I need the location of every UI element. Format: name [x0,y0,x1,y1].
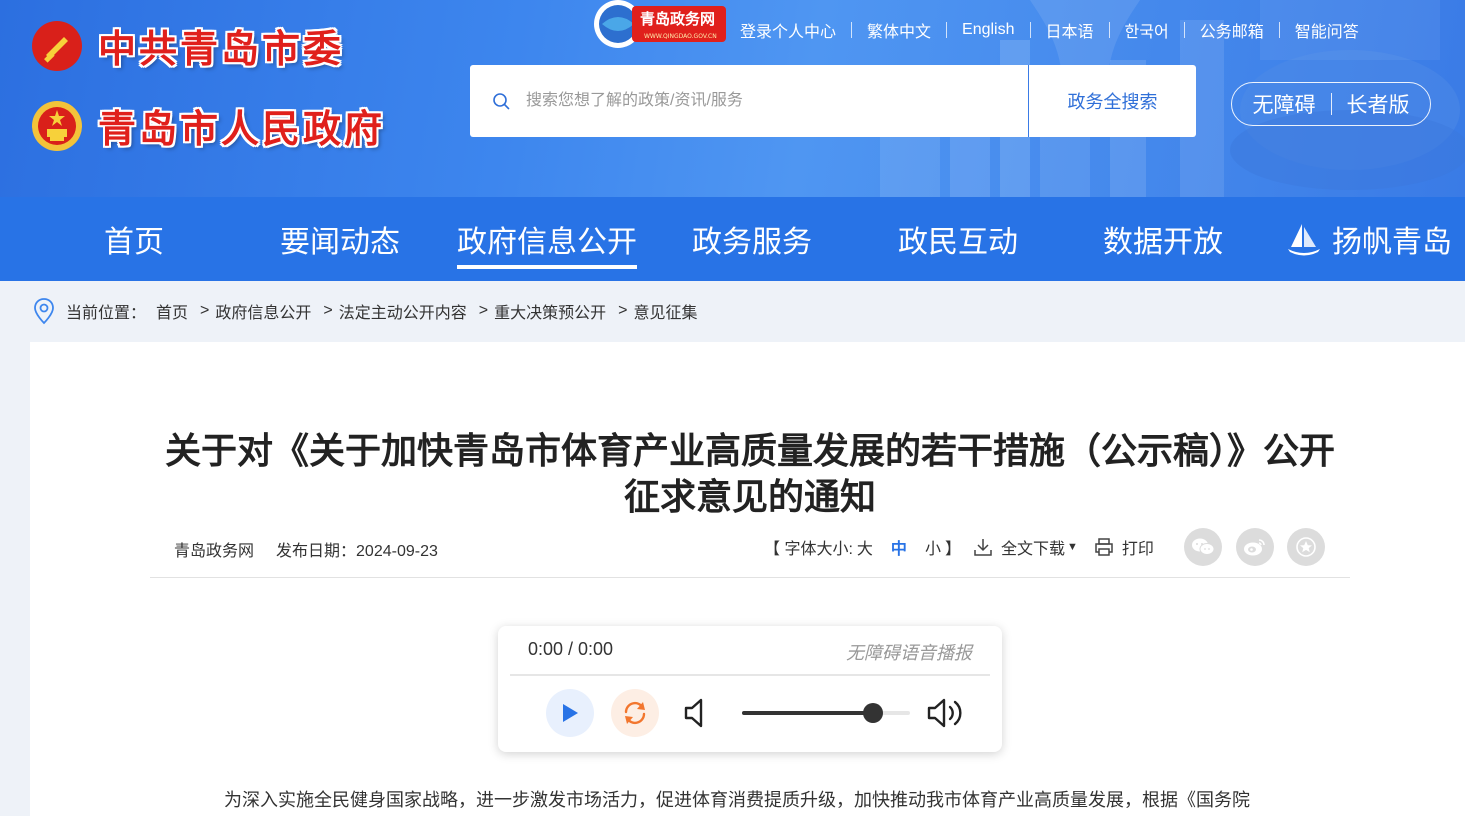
volume-handle[interactable] [863,703,884,723]
nav-item-open-data[interactable]: 数据开放 [1103,197,1223,281]
qingdao-gov-site-badge[interactable]: 青岛政务网 WWW.QINGDAO.GOV.CN [592,0,726,50]
logo-text-committee: 中共青岛市委 [98,27,345,71]
breadcrumb-statutory[interactable]: 法定主动公开内容 [339,299,467,323]
breadcrumb-opinion[interactable]: 意见征集 [633,299,697,323]
article-source: 青岛政务网 [174,543,255,560]
official-email-link[interactable]: 公务邮箱 [1200,18,1264,42]
location-pin-icon [34,298,54,325]
chevron-down-icon[interactable]: ▼ [1067,541,1078,553]
search-box: 政务全搜索 [470,65,1196,137]
national-emblem-icon [32,100,82,151]
english-link[interactable]: English [962,21,1014,39]
loop-button[interactable] [611,689,659,737]
share-wechat-button[interactable] [1184,528,1222,566]
svg-text:WWW.QINGDAO.GOV.CN: WWW.QINGDAO.GOV.CN [644,33,717,40]
print-button[interactable]: 打印 [1122,535,1154,559]
volume-fill [742,711,874,715]
article-tools: 【 字体大小: 大 中 小 】 全文下载 ▼ 打印 [764,535,1154,559]
nav-item-yangfan[interactable]: 扬帆青岛 [1286,197,1452,281]
elderly-mode-button[interactable]: 长者版 [1347,89,1410,119]
player-progress[interactable] [510,674,990,676]
search-icon [493,93,510,110]
search-button[interactable]: 政务全搜索 [1029,65,1196,137]
weibo-icon [1244,539,1265,556]
search-input[interactable] [526,83,1026,119]
article-title: 关于对《关于加快青岛市体育产业高质量发展的若干措施（公示稿）》公开征求意见的通知 [164,430,1335,517]
article-body-first-line: 为深入实施全民健身国家战略，进一步激发市场活力，促进体育消费提质升级，加快推动我… [224,790,1250,810]
sailboat-icon [1288,224,1320,256]
printer-icon [1095,538,1113,556]
breadcrumb-bar: 当前位置： 首页 > 政府信息公开 > 法定主动公开内容 > 重大决策预公开 >… [0,281,1465,342]
nav-item-gov-info[interactable]: 政府信息公开 [457,197,637,281]
divider [1183,22,1185,38]
breadcrumb-home[interactable]: 首页 [156,299,188,323]
font-size-medium[interactable]: 中 [891,535,907,559]
top-links: 登录个人中心 繁体中文 English 日本语 한국어 公务邮箱 智能问答 [740,18,1359,42]
font-size-small[interactable]: 小 [925,535,941,559]
breadcrumb-decision[interactable]: 重大决策预公开 [494,299,606,323]
divider [1029,22,1031,38]
government-logo[interactable]: 青岛市人民政府 [30,98,385,153]
korean-link[interactable]: 한국어 [1125,18,1169,42]
nav-item-interaction[interactable]: 政民互动 [898,197,1018,281]
divider [851,22,853,38]
site-header: 中共青岛市委 青岛市人民政府 青岛政务网 WWW.QINGDAO.GOV.CN … [0,0,1465,197]
nav-item-home[interactable]: 首页 [104,197,164,281]
font-size-large[interactable]: 大 [857,535,873,559]
article-meta: 青岛政务网 发布日期：2024-09-23 [174,537,460,561]
accessible-audio-player: 0:00 / 0:00 无障碍语音播报 [498,626,1002,752]
traditional-chinese-link[interactable]: 繁体中文 [867,18,931,42]
breadcrumb-label: 当前位置： [66,305,147,322]
download-icon [974,539,992,556]
divider [150,577,1350,578]
volume-slider[interactable] [742,703,910,723]
logo-text-government: 青岛市人民政府 [98,107,386,151]
svg-text:青岛政务网: 青岛政务网 [640,10,715,28]
font-size-suffix: 】 [944,541,961,558]
chevron-right-icon: > [618,302,628,319]
download-button[interactable]: 全文下载 [1001,535,1065,559]
party-emblem-icon [32,20,82,71]
barrier-free-button[interactable]: 无障碍 [1253,89,1316,119]
breadcrumb: 当前位置： 首页 > 政府信息公开 > 法定主动公开内容 > 重大决策预公开 >… [32,297,697,325]
main-nav: 首页 要闻动态 政府信息公开 政务服务 政民互动 数据开放 扬帆青岛 [0,197,1465,281]
nav-item-news[interactable]: 要闻动态 [280,197,400,281]
smart-qa-link[interactable]: 智能问答 [1295,18,1359,42]
divider [1278,22,1280,38]
breadcrumb-gov-info[interactable]: 政府信息公开 [215,299,311,323]
divider [1108,22,1110,38]
chevron-right-icon: > [323,302,333,319]
play-icon [563,704,578,722]
divider [946,22,948,38]
japanese-link[interactable]: 日本语 [1046,18,1094,42]
chevron-right-icon: > [478,302,489,319]
accessibility-switch: 无障碍 长者版 [1231,82,1431,126]
nav-item-label: 扬帆青岛 [1332,226,1452,259]
favorite-button[interactable] [1287,528,1325,566]
wechat-icon [1192,538,1215,555]
share-weibo-button[interactable] [1236,528,1274,566]
login-link[interactable]: 登录个人中心 [740,18,836,42]
party-committee-logo[interactable]: 中共青岛市委 [30,18,344,73]
player-label: 无障碍语音播报 [846,643,972,663]
chevron-right-icon: > [200,302,210,319]
nav-item-services[interactable]: 政务服务 [692,197,812,281]
player-time: 0:00 / 0:00 [528,639,614,659]
font-size-prefix: 【 字体大小: [764,541,853,558]
volume-mute-icon[interactable] [682,696,712,730]
favorite-icon [1296,537,1316,557]
play-button[interactable] [546,689,594,737]
article-date: 发布日期：2024-09-23 [276,543,438,560]
divider [1330,93,1332,115]
loop-icon [624,701,646,725]
volume-up-icon[interactable] [926,696,966,730]
